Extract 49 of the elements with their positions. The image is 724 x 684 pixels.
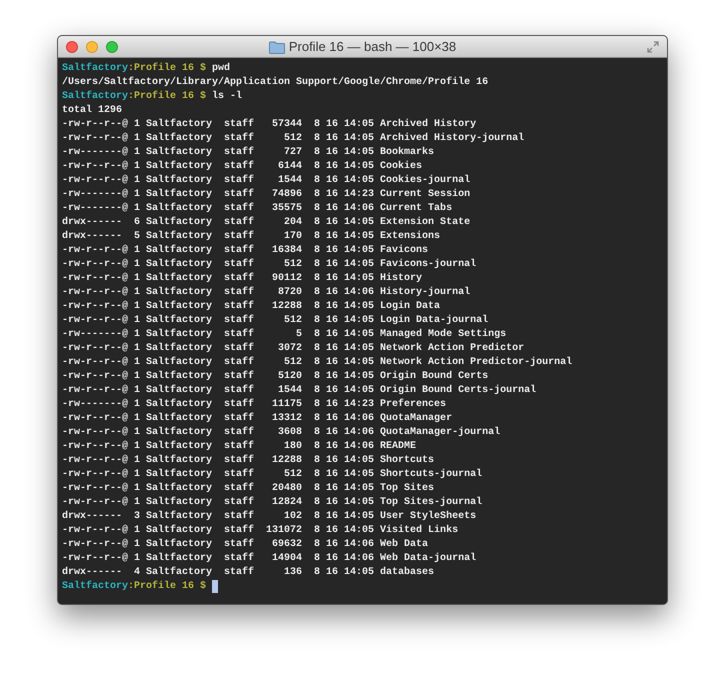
- output-line: -rw-r--r--@ 1 Saltfactory staff 512 8 16 14:05 Archived History-journal: [62, 132, 524, 146]
- output-line: -rw-r--r--@ 1 Saltfactory staff 12288 8 16 14:05 Login Data: [62, 300, 440, 314]
- output-line: -rw-r--r--@ 1 Saltfactory staff 69632 8 16 14:06 Web Data: [62, 538, 428, 552]
- output-line: -rw-r--r--@ 1 Saltfactory staff 3608 8 16 14:06 QuotaManager-journal: [62, 426, 500, 440]
- prompt-user: Saltfactory: [62, 62, 128, 76]
- output-line: -rw-r--r--@ 1 Saltfactory staff 16384 8 16 14:05 Favicons: [62, 244, 428, 258]
- output-line: -rw-------@ 1 Saltfactory staff 74896 8 16 14:23 Current Session: [62, 188, 470, 202]
- output-line: -rw-r--r--@ 1 Saltfactory staff 12288 8 16 14:05 Shortcuts: [62, 454, 434, 468]
- output-line: -rw-r--r--@ 1 Saltfactory staff 1544 8 16 14:05 Origin Bound Certs-journal: [62, 384, 536, 398]
- output-line: -rw-r--r--@ 1 Saltfactory staff 20480 8 16 14:05 Top Sites: [62, 482, 434, 496]
- output-line: -rw-r--r--@ 1 Saltfactory staff 180 8 16 14:06 README: [62, 440, 416, 454]
- close-button[interactable]: [66, 40, 78, 52]
- command-text: pwd: [212, 62, 230, 76]
- prompt-path: :Profile 16 $: [128, 62, 208, 76]
- output-line: drwx------ 3 Saltfactory staff 102 8 16 14:05 User StyleSheets: [62, 510, 476, 524]
- output-line: -rw-r--r--@ 1 Saltfactory staff 131072 8 16 14:05 Visited Links: [62, 524, 458, 538]
- output-line: total 1296: [62, 104, 122, 118]
- minimize-button[interactable]: [86, 40, 98, 52]
- output-line: -rw-------@ 1 Saltfactory staff 5 8 16 14:05 Managed Mode Settings: [62, 328, 506, 342]
- prompt-user: Saltfactory: [62, 90, 128, 104]
- command-text: ls -l: [212, 90, 242, 104]
- output-line: drwx------ 4 Saltfactory staff 136 8 16 14:05 databases: [62, 566, 434, 580]
- output-line: -rw-r--r--@ 1 Saltfactory staff 14904 8 16 14:06 Web Data-journal: [62, 552, 476, 566]
- prompt-user: Saltfactory: [62, 580, 128, 594]
- folder-icon: [268, 40, 285, 54]
- output-line: -rw-r--r--@ 1 Saltfactory staff 512 8 16 14:05 Favicons-journal: [62, 258, 476, 272]
- output-line: -rw-r--r--@ 1 Saltfactory staff 3072 8 16 14:05 Network Action Predictor: [62, 342, 524, 356]
- output-line: -rw-r--r--@ 1 Saltfactory staff 512 8 16 14:05 Shortcuts-journal: [62, 468, 482, 482]
- output-line: -rw-r--r--@ 1 Saltfactory staff 13312 8 16 14:06 QuotaManager: [62, 412, 452, 426]
- window-title: Profile 16 — bash — 100×38: [288, 38, 456, 56]
- output-line: drwx------ 6 Saltfactory staff 204 8 16 14:05 Extension State: [62, 216, 470, 230]
- output-line: -rw-r--r--@ 1 Saltfactory staff 512 8 16 14:05 Login Data-journal: [62, 314, 488, 328]
- output-line: -rw-r--r--@ 1 Saltfactory staff 512 8 16 14:05 Network Action Predictor-journal: [62, 356, 572, 370]
- output-line: -rw-------@ 1 Saltfactory staff 35575 8 16 14:06 Current Tabs: [62, 202, 452, 216]
- prompt-path: :Profile 16 $: [128, 90, 208, 104]
- output-line: -rw-------@ 1 Saltfactory staff 727 8 16 14:05 Bookmarks: [62, 146, 434, 160]
- output-line: -rw-r--r--@ 1 Saltfactory staff 90112 8 16 14:05 History: [62, 272, 422, 286]
- output-line: -rw-------@ 1 Saltfactory staff 11175 8 16 14:23 Preferences: [62, 398, 446, 412]
- zoom-button[interactable]: [106, 40, 118, 52]
- output-line: /Users/Saltfactory/Library/Application Support/Google/Chrome/Profile 16: [62, 76, 488, 90]
- fullscreen-icon[interactable]: [647, 40, 659, 52]
- output-line: -rw-r--r--@ 1 Saltfactory staff 8720 8 16 14:06 History-journal: [62, 286, 470, 300]
- output-line: -rw-r--r--@ 1 Saltfactory staff 1544 8 16 14:05 Cookies-journal: [62, 174, 470, 188]
- output-line: drwx------ 5 Saltfactory staff 170 8 16 14:05 Extensions: [62, 230, 440, 244]
- output-line: -rw-r--r--@ 1 Saltfactory staff 12824 8 16 14:05 Top Sites-journal: [62, 496, 482, 510]
- output-line: -rw-r--r--@ 1 Saltfactory staff 57344 8 16 14:05 Archived History: [62, 118, 476, 132]
- output-line: -rw-r--r--@ 1 Saltfactory staff 5120 8 16 14:05 Origin Bound Certs: [62, 370, 488, 384]
- prompt-path: :Profile 16 $: [128, 580, 208, 594]
- output-line: -rw-r--r--@ 1 Saltfactory staff 6144 8 16 14:05 Cookies: [62, 160, 422, 174]
